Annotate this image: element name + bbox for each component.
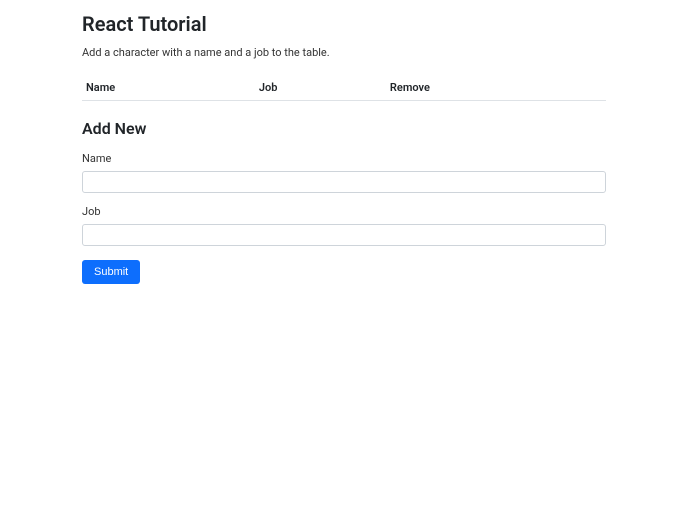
name-input[interactable] [82, 171, 606, 193]
table-header-name: Name [82, 75, 255, 101]
table-header-remove: Remove [386, 75, 606, 101]
table-header-job: Job [255, 75, 386, 101]
submit-button[interactable]: Submit [82, 260, 140, 284]
character-table: Name Job Remove [82, 75, 606, 101]
job-label: Job [82, 205, 606, 218]
name-label: Name [82, 152, 606, 165]
page-subtitle: Add a character with a name and a job to… [82, 46, 606, 59]
page-title: React Tutorial [82, 12, 606, 36]
job-input[interactable] [82, 224, 606, 246]
form-heading: Add New [82, 119, 606, 138]
